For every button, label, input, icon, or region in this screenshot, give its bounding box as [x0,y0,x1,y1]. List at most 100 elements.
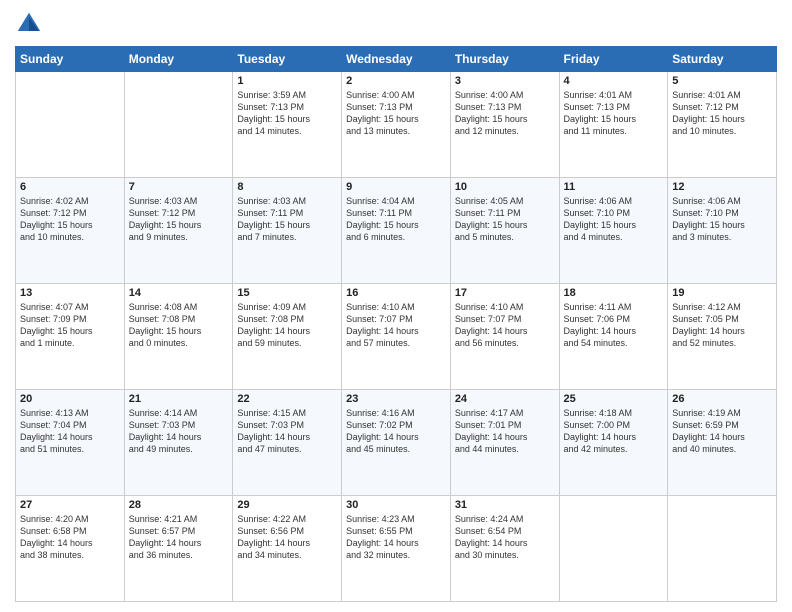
calendar-week-3: 13Sunrise: 4:07 AM Sunset: 7:09 PM Dayli… [16,284,777,390]
cell-info: Sunrise: 4:18 AM Sunset: 7:00 PM Dayligh… [564,407,664,456]
cell-info: Sunrise: 4:22 AM Sunset: 6:56 PM Dayligh… [237,513,337,562]
weekday-header-tuesday: Tuesday [233,47,342,72]
calendar-cell: 20 Sunrise: 4:13 AM Sunset: 7:04 PM Dayli… [16,390,125,496]
weekday-header-monday: Monday [124,47,233,72]
calendar-cell: 19 Sunrise: 4:12 AM Sunset: 7:05 PM Dayli… [668,284,777,390]
cell-info: Sunrise: 4:14 AM Sunset: 7:03 PM Dayligh… [129,407,229,456]
cell-info: Sunrise: 4:08 AM Sunset: 7:08 PM Dayligh… [129,301,229,350]
day-number: 5 [672,75,772,87]
day-number: 17 [455,287,555,299]
cell-info: Sunrise: 4:06 AM Sunset: 7:10 PM Dayligh… [564,195,664,244]
calendar-cell: 16 Sunrise: 4:10 AM Sunset: 7:07 PM Dayli… [342,284,451,390]
day-number: 9 [346,181,446,193]
calendar-cell: 5 Sunrise: 4:01 AM Sunset: 7:12 PM Daylig… [668,72,777,178]
calendar-cell: 23Sunrise: 4:16 AM Sunset: 7:02 PM Dayli… [342,390,451,496]
calendar-cell: 17 Sunrise: 4:10 AM Sunset: 7:07 PM Dayli… [450,284,559,390]
calendar-cell [559,496,668,602]
day-number: 29 [237,499,337,511]
calendar-cell: 30 Sunrise: 4:23 AM Sunset: 6:55 PM Dayli… [342,496,451,602]
cell-info: Sunrise: 4:05 AM Sunset: 7:11 PM Dayligh… [455,195,555,244]
day-number: 26 [672,393,772,405]
calendar-cell: 10 Sunrise: 4:05 AM Sunset: 7:11 PM Dayli… [450,178,559,284]
cell-info: Sunrise: 4:04 AM Sunset: 7:11 PM Dayligh… [346,195,446,244]
calendar-cell: 22Sunrise: 4:15 AM Sunset: 7:03 PM Dayli… [233,390,342,496]
weekday-header-wednesday: Wednesday [342,47,451,72]
calendar-cell [124,72,233,178]
calendar-cell: 6Sunrise: 4:02 AM Sunset: 7:12 PM Daylig… [16,178,125,284]
calendar-cell: 24 Sunrise: 4:17 AM Sunset: 7:01 PM Dayli… [450,390,559,496]
cell-info: Sunrise: 4:03 AM Sunset: 7:11 PM Dayligh… [237,195,337,244]
logo [15,10,47,38]
calendar-cell: 2 Sunrise: 4:00 AM Sunset: 7:13 PM Daylig… [342,72,451,178]
day-number: 10 [455,181,555,193]
weekday-header-sunday: Sunday [16,47,125,72]
cell-info: Sunrise: 4:10 AM Sunset: 7:07 PM Dayligh… [346,301,446,350]
calendar-cell: 7 Sunrise: 4:03 AM Sunset: 7:12 PM Daylig… [124,178,233,284]
weekday-header-saturday: Saturday [668,47,777,72]
day-number: 19 [672,287,772,299]
calendar-cell: 26 Sunrise: 4:19 AM Sunset: 6:59 PM Dayli… [668,390,777,496]
day-number: 16 [346,287,446,299]
calendar-cell: 9 Sunrise: 4:04 AM Sunset: 7:11 PM Daylig… [342,178,451,284]
day-number: 20 [20,393,120,405]
cell-info: Sunrise: 4:00 AM Sunset: 7:13 PM Dayligh… [455,89,555,138]
day-number: 27 [20,499,120,511]
calendar-cell: 14 Sunrise: 4:08 AM Sunset: 7:08 PM Dayli… [124,284,233,390]
calendar-cell: 13Sunrise: 4:07 AM Sunset: 7:09 PM Dayli… [16,284,125,390]
cell-info: Sunrise: 4:13 AM Sunset: 7:04 PM Dayligh… [20,407,120,456]
cell-info: Sunrise: 4:17 AM Sunset: 7:01 PM Dayligh… [455,407,555,456]
calendar-week-2: 6Sunrise: 4:02 AM Sunset: 7:12 PM Daylig… [16,178,777,284]
day-number: 11 [564,181,664,193]
calendar-cell: 29 Sunrise: 4:22 AM Sunset: 6:56 PM Dayli… [233,496,342,602]
day-number: 14 [129,287,229,299]
cell-info: Sunrise: 4:01 AM Sunset: 7:13 PM Dayligh… [564,89,664,138]
cell-info: Sunrise: 3:59 AM Sunset: 7:13 PM Dayligh… [237,89,337,138]
day-number: 24 [455,393,555,405]
calendar-cell: 28Sunrise: 4:21 AM Sunset: 6:57 PM Dayli… [124,496,233,602]
day-number: 3 [455,75,555,87]
cell-info: Sunrise: 4:24 AM Sunset: 6:54 PM Dayligh… [455,513,555,562]
day-number: 15 [237,287,337,299]
calendar-cell [16,72,125,178]
calendar-cell: 27 Sunrise: 4:20 AM Sunset: 6:58 PM Dayli… [16,496,125,602]
logo-icon [15,10,43,38]
day-number: 28 [129,499,229,511]
day-number: 18 [564,287,664,299]
calendar-table: SundayMondayTuesdayWednesdayThursdayFrid… [15,46,777,602]
cell-info: Sunrise: 4:00 AM Sunset: 7:13 PM Dayligh… [346,89,446,138]
weekday-header-thursday: Thursday [450,47,559,72]
day-number: 22 [237,393,337,405]
cell-info: Sunrise: 4:23 AM Sunset: 6:55 PM Dayligh… [346,513,446,562]
day-number: 13 [20,287,120,299]
calendar-week-4: 20 Sunrise: 4:13 AM Sunset: 7:04 PM Dayli… [16,390,777,496]
calendar-cell: 21Sunrise: 4:14 AM Sunset: 7:03 PM Dayli… [124,390,233,496]
calendar-week-1: 1 Sunrise: 3:59 AM Sunset: 7:13 PM Daylig… [16,72,777,178]
cell-info: Sunrise: 4:03 AM Sunset: 7:12 PM Dayligh… [129,195,229,244]
cell-info: Sunrise: 4:01 AM Sunset: 7:12 PM Dayligh… [672,89,772,138]
cell-info: Sunrise: 4:10 AM Sunset: 7:07 PM Dayligh… [455,301,555,350]
weekday-header-friday: Friday [559,47,668,72]
calendar-cell: 31 Sunrise: 4:24 AM Sunset: 6:54 PM Dayli… [450,496,559,602]
calendar-cell: 8 Sunrise: 4:03 AM Sunset: 7:11 PM Daylig… [233,178,342,284]
day-number: 2 [346,75,446,87]
cell-info: Sunrise: 4:19 AM Sunset: 6:59 PM Dayligh… [672,407,772,456]
day-number: 1 [237,75,337,87]
day-number: 12 [672,181,772,193]
calendar-cell [668,496,777,602]
day-number: 31 [455,499,555,511]
cell-info: Sunrise: 4:06 AM Sunset: 7:10 PM Dayligh… [672,195,772,244]
day-number: 8 [237,181,337,193]
calendar-cell: 15 Sunrise: 4:09 AM Sunset: 7:08 PM Dayli… [233,284,342,390]
calendar-cell: 3 Sunrise: 4:00 AM Sunset: 7:13 PM Daylig… [450,72,559,178]
cell-info: Sunrise: 4:11 AM Sunset: 7:06 PM Dayligh… [564,301,664,350]
day-number: 7 [129,181,229,193]
calendar-week-5: 27 Sunrise: 4:20 AM Sunset: 6:58 PM Dayli… [16,496,777,602]
cell-info: Sunrise: 4:12 AM Sunset: 7:05 PM Dayligh… [672,301,772,350]
day-number: 6 [20,181,120,193]
cell-info: Sunrise: 4:09 AM Sunset: 7:08 PM Dayligh… [237,301,337,350]
cell-info: Sunrise: 4:20 AM Sunset: 6:58 PM Dayligh… [20,513,120,562]
weekday-header-row: SundayMondayTuesdayWednesdayThursdayFrid… [16,47,777,72]
calendar-cell: 25Sunrise: 4:18 AM Sunset: 7:00 PM Dayli… [559,390,668,496]
day-number: 30 [346,499,446,511]
calendar-cell: 12 Sunrise: 4:06 AM Sunset: 7:10 PM Dayli… [668,178,777,284]
